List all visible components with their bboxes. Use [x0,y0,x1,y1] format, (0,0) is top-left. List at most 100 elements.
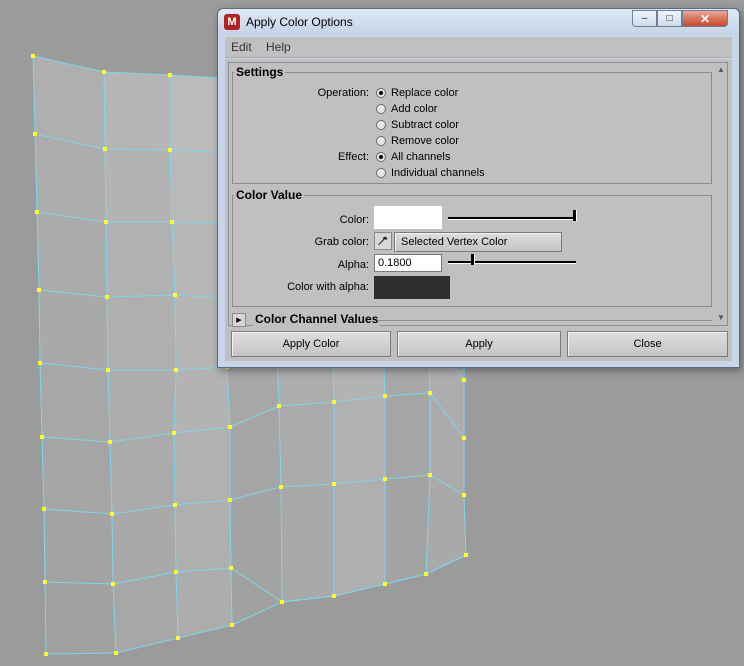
mesh-vertex[interactable] [228,498,232,502]
apply-button[interactable]: Apply [397,331,561,357]
apply-color-button[interactable]: Apply Color [231,331,391,357]
radio-replace-color[interactable] [376,88,386,98]
channel-values-divider [377,320,712,321]
mesh-vertex[interactable] [464,553,468,557]
color-with-alpha-swatch [374,276,450,299]
vertical-scrollbar[interactable]: ▲ ▼ [715,63,727,325]
mesh-vertex[interactable] [44,652,48,656]
mesh-face [110,433,175,514]
mesh-face [45,582,116,654]
menu-bar: Edit Help [225,37,732,58]
mesh-face [334,479,385,596]
close-icon: ✕ [699,11,711,26]
mesh-vertex[interactable] [383,582,387,586]
mesh-vertex[interactable] [105,295,109,299]
mesh-vertex[interactable] [462,493,466,497]
minimize-button[interactable]: – [632,10,657,27]
mesh-vertex[interactable] [111,582,115,586]
scroll-down-icon[interactable]: ▼ [717,313,725,322]
mesh-vertex[interactable] [428,473,432,477]
mesh-vertex[interactable] [173,293,177,297]
mesh-vertex[interactable] [43,580,47,584]
mesh-vertex[interactable] [176,636,180,640]
color-slider-track[interactable] [448,217,576,220]
mesh-face [108,370,176,442]
mesh-vertex[interactable] [108,440,112,444]
mesh-face [281,484,334,602]
menu-edit[interactable]: Edit [231,40,252,54]
dialog-content: Settings Operation: Replace color Add co… [225,59,732,361]
mesh-face [107,295,176,370]
alpha-label: Alpha: [337,259,369,271]
mesh-vertex[interactable] [277,404,281,408]
mesh-vertex[interactable] [280,600,284,604]
radio-subtract-color[interactable] [376,120,386,130]
maximize-icon: □ [666,13,673,24]
effect-label: Effect: [338,151,369,163]
close-window-button[interactable]: ✕ [682,10,728,27]
mesh-vertex[interactable] [332,482,336,486]
mesh-vertex[interactable] [229,566,233,570]
radio-remove-color[interactable] [376,136,386,146]
maximize-button[interactable]: □ [657,10,682,27]
mesh-vertex[interactable] [38,361,42,365]
grab-color-label: Grab color: [314,236,369,248]
mesh-vertex[interactable] [174,570,178,574]
mesh-vertex[interactable] [332,594,336,598]
radio-subtract-color-label: Subtract color [391,119,459,131]
expand-color-channel-values[interactable]: ▶ [232,313,246,327]
mesh-face [175,500,231,572]
mesh-vertex[interactable] [103,147,107,151]
mesh-vertex[interactable] [31,54,35,58]
radio-individual-channels[interactable] [376,168,386,178]
mesh-vertex[interactable] [104,220,108,224]
mesh-vertex[interactable] [168,73,172,77]
radio-remove-color-label: Remove color [391,135,459,147]
maya-app-icon: M [224,14,240,30]
title-bar[interactable]: M Apply Color Options – □ ✕ [218,9,739,35]
mesh-vertex[interactable] [228,425,232,429]
selected-vertex-color-button[interactable]: Selected Vertex Color [394,232,562,252]
color-swatch[interactable] [374,206,442,229]
mesh-vertex[interactable] [33,132,37,136]
mesh-vertex[interactable] [110,512,114,516]
alpha-input[interactable] [374,254,442,272]
mesh-vertex[interactable] [170,220,174,224]
radio-add-color[interactable] [376,104,386,114]
mesh-vertex[interactable] [114,651,118,655]
mesh-vertex[interactable] [424,572,428,576]
mesh-face [385,475,430,584]
mesh-vertex[interactable] [168,148,172,152]
color-slider-handle[interactable] [573,210,577,221]
mesh-vertex[interactable] [279,485,283,489]
minimize-icon: – [641,13,648,24]
alpha-slider-track[interactable] [448,261,576,264]
scroll-up-icon[interactable]: ▲ [717,65,725,74]
color-channel-values-title[interactable]: Color Channel Values [253,312,381,326]
mesh-vertex[interactable] [332,400,336,404]
options-scroll-area[interactable]: Settings Operation: Replace color Add co… [228,62,728,327]
menu-help[interactable]: Help [266,40,291,54]
mesh-vertex[interactable] [383,394,387,398]
mesh-vertex[interactable] [428,391,432,395]
mesh-vertex[interactable] [174,368,178,372]
mesh-vertex[interactable] [40,435,44,439]
mesh-vertex[interactable] [37,288,41,292]
mesh-vertex[interactable] [173,503,177,507]
mesh-face [174,427,230,505]
mesh-vertex[interactable] [172,431,176,435]
mesh-vertex[interactable] [383,477,387,481]
operation-label: Operation: [317,87,369,99]
mesh-vertex[interactable] [230,623,234,627]
alpha-slider-handle[interactable] [471,254,476,265]
mesh-vertex[interactable] [106,368,110,372]
radio-add-color-label: Add color [391,103,438,115]
mesh-vertex[interactable] [102,70,106,74]
mesh-vertex[interactable] [42,507,46,511]
mesh-vertex[interactable] [462,436,466,440]
mesh-vertex[interactable] [35,210,39,214]
radio-all-channels[interactable] [376,152,386,162]
eyedropper-button[interactable] [374,232,392,250]
mesh-vertex[interactable] [462,378,466,382]
close-button[interactable]: Close [567,331,728,357]
